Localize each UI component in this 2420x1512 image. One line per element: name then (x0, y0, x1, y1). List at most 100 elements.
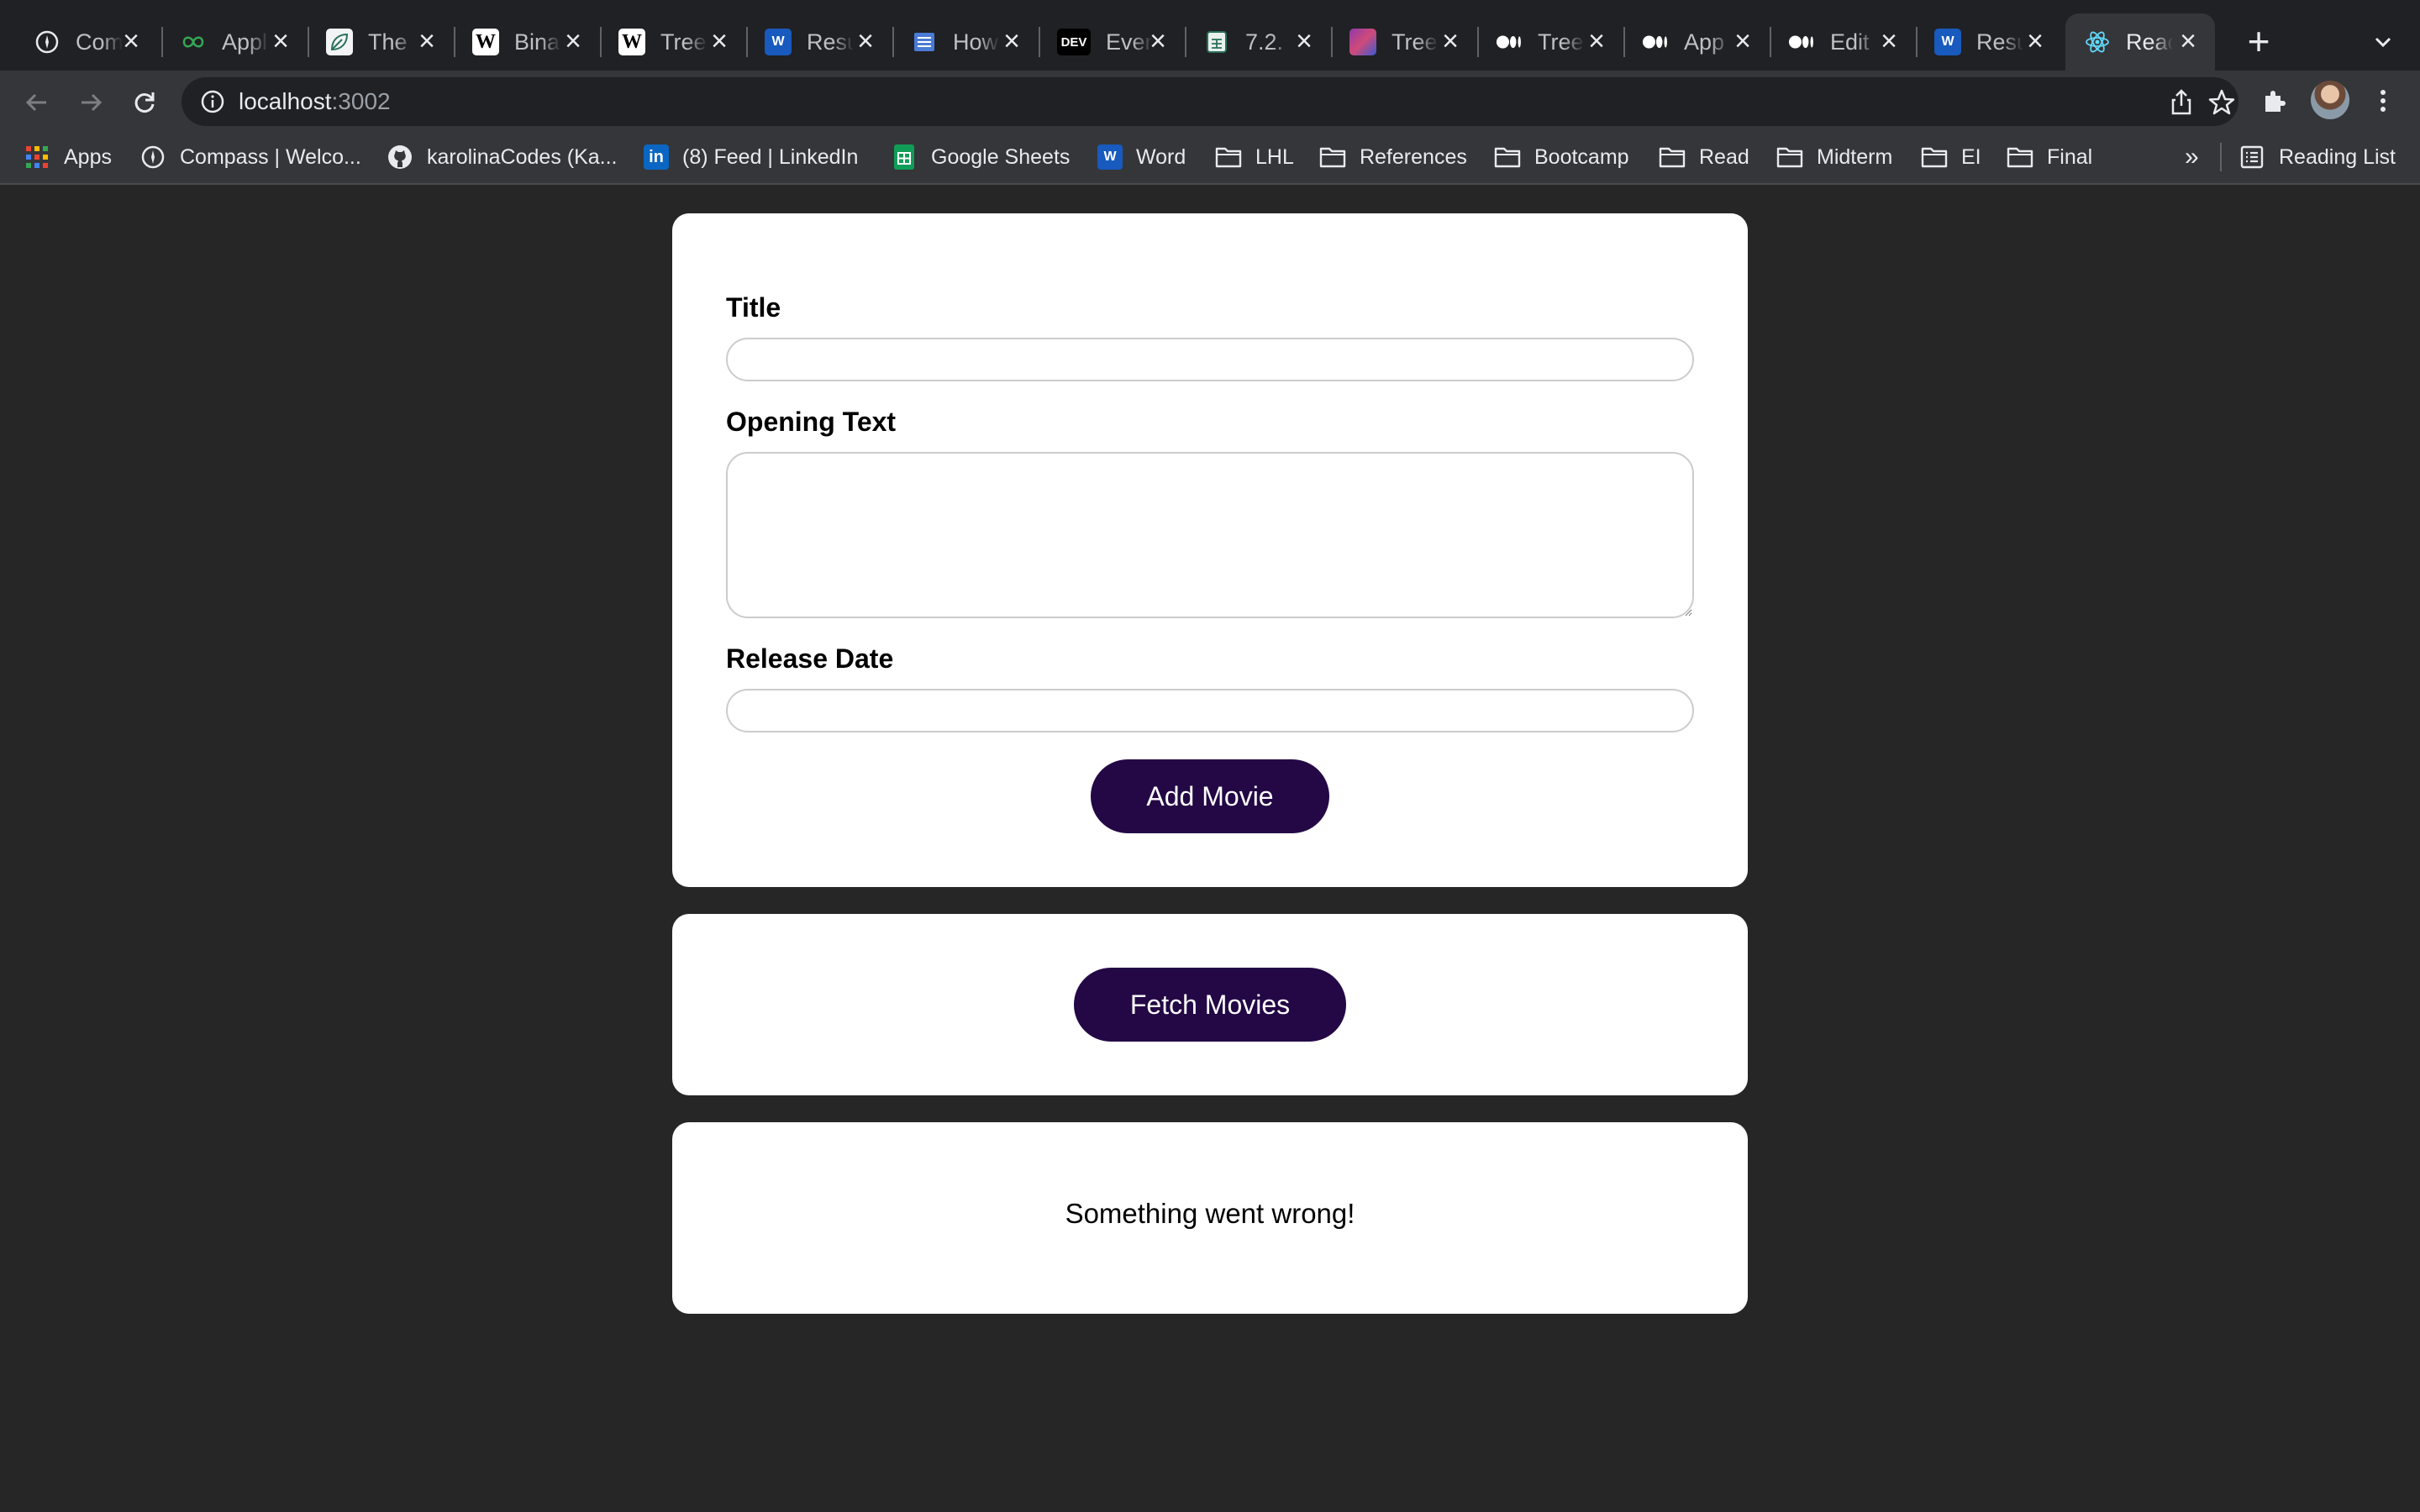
close-icon[interactable]: × (1143, 27, 1173, 57)
close-icon[interactable]: × (2173, 27, 2203, 57)
url-text[interactable]: localhost:3002 (239, 88, 391, 115)
tab-4[interactable]: W Bina × (454, 13, 600, 71)
share-icon[interactable] (2166, 87, 2196, 118)
browser-toolbar: localhost:3002 (0, 71, 2420, 131)
close-icon[interactable]: × (704, 27, 734, 57)
close-icon[interactable]: × (116, 27, 146, 57)
bookmark-folder-read[interactable]: Read (1659, 143, 1749, 171)
bookmark-label: Compass | Welco... (180, 144, 361, 169)
bookmark-compass[interactable]: Compass | Welco... (139, 143, 361, 171)
close-icon[interactable]: × (997, 27, 1027, 57)
bookmarks-overflow-button[interactable]: » (2185, 143, 2199, 171)
bookmark-github[interactable]: karolinaCodes (Ka... (387, 143, 618, 171)
bookmark-folder-ei[interactable]: EI (1921, 143, 1981, 171)
bookmark-folder-lhl[interactable]: LHL (1215, 143, 1294, 171)
close-icon[interactable]: × (1435, 27, 1465, 57)
tab-title: Tree (1538, 29, 1584, 55)
compass-icon (139, 144, 166, 171)
fetch-movies-card: Fetch Movies (672, 914, 1748, 1095)
add-movie-form-card: Title Opening Text Release Date Add Movi… (672, 213, 1748, 887)
reading-list-button[interactable]: Reading List (2238, 143, 2396, 171)
bookmark-label: Final (2047, 144, 2093, 169)
fetch-movies-button[interactable]: Fetch Movies (1074, 968, 1346, 1042)
tab-12[interactable]: App × (1623, 13, 1770, 71)
tab-6[interactable]: W Resu × (746, 13, 892, 71)
bookmark-label: Read (1699, 144, 1749, 169)
folder-icon (1215, 144, 1242, 171)
bookmark-folder-bootcamp[interactable]: Bootcamp (1494, 143, 1629, 171)
folder-icon (2007, 144, 2033, 171)
bookmark-label: Word (1136, 144, 1186, 169)
tab-8[interactable]: DEV Even × (1039, 13, 1185, 71)
tab-3[interactable]: The × (308, 13, 454, 71)
close-icon[interactable]: × (850, 27, 881, 57)
bookmark-word[interactable]: W Word (1097, 143, 1186, 171)
opening-text-label: Opening Text (726, 407, 897, 437)
opening-text-textarea[interactable] (726, 452, 1694, 618)
reload-icon[interactable] (124, 82, 165, 123)
close-icon[interactable]: × (1289, 27, 1319, 57)
tab-5[interactable]: W Tree × (600, 13, 746, 71)
tab-title: 7.2. (1245, 29, 1284, 55)
url-port: :3002 (331, 88, 391, 114)
new-tab-button[interactable]: + (2237, 20, 2281, 64)
github-icon (387, 144, 413, 171)
bookmark-label: EI (1961, 144, 1981, 169)
bookmark-linkedin[interactable]: in (8) Feed | LinkedIn (644, 143, 858, 171)
close-icon[interactable]: × (412, 27, 442, 57)
bookmark-folder-midterm[interactable]: Midterm (1776, 143, 1892, 171)
tab-13[interactable]: Edit × (1770, 13, 1916, 71)
tab-title: Edit (1830, 29, 1870, 55)
close-icon[interactable]: × (1874, 27, 1904, 57)
document-lines-icon (911, 29, 938, 55)
linkedin-icon: in (644, 144, 669, 170)
tab-10[interactable]: Tree × (1331, 13, 1477, 71)
tab-1[interactable]: Com × (15, 13, 158, 71)
tab-title: Resu (807, 29, 854, 55)
bookmark-folder-final[interactable]: Final (2007, 143, 2092, 171)
avatar[interactable] (2311, 81, 2349, 119)
close-icon[interactable]: × (1728, 27, 1758, 57)
back-icon[interactable] (17, 82, 57, 123)
add-movie-button[interactable]: Add Movie (1091, 759, 1329, 833)
folder-icon (1494, 144, 1521, 171)
release-date-input[interactable] (726, 689, 1694, 732)
url-host: localhost (239, 88, 332, 114)
chevron-down-icon[interactable] (2365, 24, 2402, 60)
medium-icon (1788, 29, 1815, 55)
tab-title: Reac (2126, 29, 2173, 55)
close-icon[interactable]: × (2020, 27, 2050, 57)
title-input[interactable] (726, 338, 1694, 381)
address-bar[interactable]: localhost:3002 (182, 77, 2238, 126)
extensions-icon[interactable] (2255, 82, 2292, 119)
tab-title: How (953, 29, 999, 55)
medium-icon (1496, 29, 1523, 55)
bookmark-apps[interactable]: Apps (24, 143, 112, 171)
close-icon[interactable]: × (266, 27, 296, 57)
image-icon (1349, 29, 1376, 55)
word-icon: W (1934, 29, 1961, 55)
reading-list-label: Reading List (2279, 144, 2396, 169)
tab-9[interactable]: 7.2. × (1185, 13, 1331, 71)
bookmark-folder-references[interactable]: References (1319, 143, 1467, 171)
leaf-icon (326, 29, 353, 55)
tab-title: The (368, 29, 408, 55)
tab-2[interactable]: Appl × (161, 13, 308, 71)
bookmark-google-sheets[interactable]: Google Sheets (891, 143, 1070, 171)
forward-icon[interactable] (71, 82, 111, 123)
medium-icon (1642, 29, 1669, 55)
tab-title: App (1684, 29, 1725, 55)
tab-11[interactable]: Tree × (1477, 13, 1623, 71)
title-label: Title (726, 292, 781, 323)
close-icon[interactable]: × (558, 27, 588, 57)
tab-7[interactable]: How × (892, 13, 1039, 71)
info-icon[interactable] (198, 87, 227, 116)
tab-strip: Com × Appl × The × W Bina × W Tree × W R… (0, 0, 2420, 77)
bookmark-star-icon[interactable] (2207, 87, 2237, 118)
tab-15-active[interactable]: Reac × (2065, 13, 2215, 71)
more-vertical-icon[interactable] (2365, 82, 2402, 119)
close-icon[interactable]: × (1581, 27, 1612, 57)
tab-14[interactable]: W Resu × (1916, 13, 2062, 71)
folder-icon (1776, 144, 1803, 171)
bookmarks-bar: Apps Compass | Welco... karolinaCodes (K… (0, 131, 2420, 185)
